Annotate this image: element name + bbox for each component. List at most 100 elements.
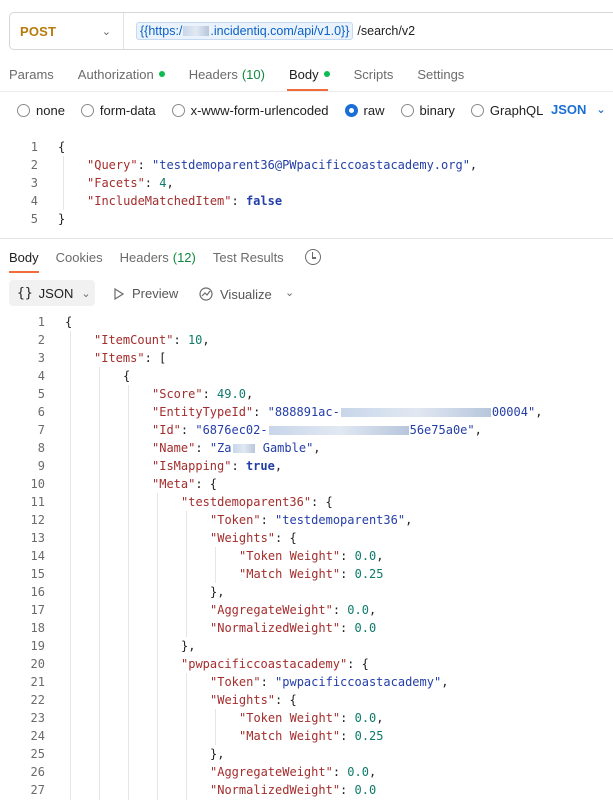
status-dot bbox=[158, 71, 165, 77]
indent-guide bbox=[99, 367, 100, 800]
url-path: /search/v2 bbox=[357, 24, 416, 38]
radio-circle[interactable] bbox=[80, 103, 94, 117]
radio-raw[interactable]: raw bbox=[344, 103, 385, 118]
line-number: 13 bbox=[30, 531, 45, 545]
tab-count: (12) bbox=[172, 249, 196, 265]
chevron-down-icon: ⌄ bbox=[596, 104, 606, 116]
line-number: 1 bbox=[37, 315, 45, 329]
code-line: "Token": "testdemoparent36", bbox=[210, 513, 413, 527]
code-line: }, bbox=[210, 747, 225, 761]
line-number: 7 bbox=[37, 423, 45, 437]
preview-button[interactable]: Preview bbox=[114, 286, 178, 301]
active-tab-indicator bbox=[9, 271, 39, 273]
code-line: "AggregateWeight": 0.0, bbox=[210, 603, 377, 617]
history-icon[interactable] bbox=[304, 249, 321, 265]
line-number: 2 bbox=[30, 158, 38, 172]
line-number: 10 bbox=[30, 477, 45, 491]
tab-response-headers[interactable]: Headers (12) bbox=[120, 249, 196, 265]
code-line: "Name": "Za Gamble", bbox=[152, 441, 321, 455]
url-variable[interactable]: {{https:/ .incidentiq.com/api/v1.0}} bbox=[136, 22, 354, 40]
indent-guide bbox=[186, 673, 187, 800]
indent-guide bbox=[215, 547, 216, 583]
tab-label: Headers bbox=[188, 66, 238, 82]
tab-test-results[interactable]: Test Results bbox=[213, 249, 284, 265]
line-number: 20 bbox=[30, 657, 45, 671]
code-line: }, bbox=[210, 585, 225, 599]
braces-icon: {} bbox=[17, 285, 33, 301]
code-line: "EntityTypeId": "888891ac- 00004", bbox=[152, 405, 543, 419]
code-line: { bbox=[65, 315, 73, 329]
indent-guide bbox=[128, 385, 129, 800]
line-number: 25 bbox=[30, 747, 45, 761]
visualize-menu-button[interactable]: ⌄ bbox=[285, 286, 294, 299]
tab-body[interactable]: Body bbox=[289, 66, 330, 82]
code-line: } bbox=[58, 212, 66, 226]
url-variable-suffix: .incidentiq.com/api/v1.0}} bbox=[210, 24, 350, 38]
code-line: "ItemCount": 10, bbox=[94, 333, 210, 347]
code-line: "Score": 49.0, bbox=[152, 387, 254, 401]
radio-label: form-data bbox=[99, 102, 156, 118]
line-number: 24 bbox=[30, 729, 45, 743]
tab-response-body[interactable]: Body bbox=[9, 249, 39, 265]
radio-circle[interactable] bbox=[400, 103, 414, 117]
redacted-blur bbox=[340, 408, 491, 417]
divider bbox=[0, 91, 613, 92]
code-line: "Token Weight": 0.0, bbox=[239, 549, 384, 563]
play-icon bbox=[114, 287, 124, 300]
tab-count: (10) bbox=[241, 66, 265, 82]
format-select[interactable]: {} JSON ⌄ bbox=[9, 280, 95, 306]
line-number: 4 bbox=[37, 369, 45, 383]
line-number: 12 bbox=[30, 513, 45, 527]
radio-circle[interactable] bbox=[470, 103, 484, 117]
tab-headers[interactable]: Headers (10) bbox=[189, 66, 265, 82]
url-variable-prefix: {{https:/ bbox=[140, 24, 183, 38]
radio-label: x-www-form-urlencoded bbox=[190, 102, 329, 118]
line-number: 23 bbox=[30, 711, 45, 725]
radio-circle[interactable] bbox=[171, 103, 185, 117]
body-type-radios: none form-data x-www-form-urlencoded raw… bbox=[17, 102, 559, 118]
radio-label: binary bbox=[419, 102, 455, 118]
url-input[interactable]: {{https:/ .incidentiq.com/api/v1.0}} /se… bbox=[124, 22, 613, 40]
body-language-select[interactable]: JSON ⌄ bbox=[551, 102, 606, 117]
code-line: "Token Weight": 0.0, bbox=[239, 711, 384, 725]
radio-graphql[interactable]: GraphQL bbox=[470, 103, 543, 118]
line-number: 17 bbox=[30, 603, 45, 617]
line-number: 8 bbox=[37, 441, 45, 455]
radio-form-data[interactable]: form-data bbox=[80, 102, 156, 118]
method-select[interactable]: POST ⌄ bbox=[10, 13, 124, 49]
preview-label: Preview bbox=[132, 286, 179, 301]
code-line: "pwpacificcoastacademy": { bbox=[181, 657, 369, 671]
code-line: }, bbox=[181, 639, 196, 653]
tab-authorization[interactable]: Authorization bbox=[78, 66, 165, 82]
line-number: 14 bbox=[30, 549, 45, 563]
line-number: 5 bbox=[30, 212, 38, 226]
radio-circle-selected[interactable] bbox=[344, 103, 358, 117]
code-line: "Match Weight": 0.25 bbox=[239, 729, 384, 743]
indent-guide bbox=[186, 511, 187, 637]
radio-label: none bbox=[36, 102, 65, 118]
response-tabs: Body Cookies Headers (12) Test Results bbox=[9, 249, 321, 265]
code-line: "testdemoparent36": { bbox=[181, 495, 333, 509]
indent-guide bbox=[70, 331, 71, 800]
line-number: 18 bbox=[30, 621, 45, 635]
radio-binary[interactable]: binary bbox=[400, 102, 455, 118]
tab-label: Body bbox=[9, 249, 39, 265]
tab-label: Test Results bbox=[212, 249, 284, 265]
tab-scripts[interactable]: Scripts bbox=[354, 66, 394, 82]
tab-params[interactable]: Params bbox=[9, 66, 54, 82]
tab-settings[interactable]: Settings bbox=[417, 66, 464, 82]
radio-none[interactable]: none bbox=[17, 103, 65, 118]
code-line: "AggregateWeight": 0.0, bbox=[210, 765, 377, 779]
redacted-blur bbox=[232, 444, 255, 453]
line-number: 15 bbox=[30, 567, 45, 581]
code-line: "Weights": { bbox=[210, 531, 297, 545]
code-line: { bbox=[123, 369, 131, 383]
line-number: 4 bbox=[30, 194, 38, 208]
tab-cookies[interactable]: Cookies bbox=[56, 249, 103, 265]
visualize-button[interactable]: Visualize bbox=[198, 286, 272, 302]
line-number: 27 bbox=[30, 783, 45, 797]
code-line: "Weights": { bbox=[210, 693, 297, 707]
line-number: 2 bbox=[37, 333, 45, 347]
radio-x-www-form-urlencoded[interactable]: x-www-form-urlencoded bbox=[171, 102, 329, 118]
radio-circle[interactable] bbox=[17, 103, 30, 117]
